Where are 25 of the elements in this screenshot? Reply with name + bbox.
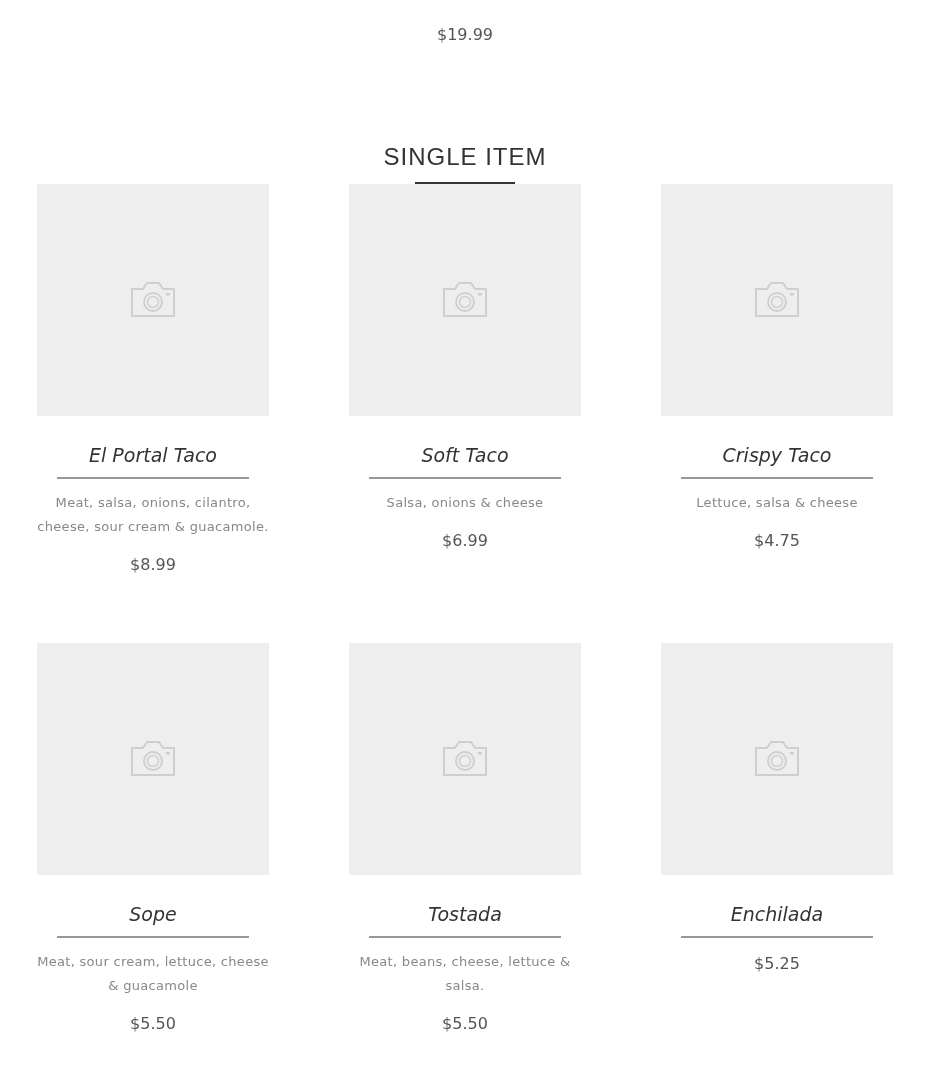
item-description: Meat, salsa, onions, cilantro, cheese, sour cream & guacamole. (37, 494, 269, 536)
camera-icon (440, 280, 490, 320)
item-description: Salsa, onions & cheese (386, 494, 544, 512)
section-title: SINGLE ITEM (383, 143, 547, 171)
camera-icon (752, 280, 802, 320)
item-price: $6.99 (442, 531, 488, 551)
item-name: Sope (129, 902, 177, 926)
item-name: Enchilada (730, 902, 824, 926)
item-price: $4.75 (754, 531, 800, 551)
item-name: El Portal Taco (89, 443, 217, 467)
camera-icon (128, 739, 178, 779)
item-name: Soft Taco (421, 443, 509, 467)
item-price: $8.99 (130, 555, 176, 575)
camera-icon (128, 280, 178, 320)
item-price: $5.25 (754, 954, 800, 974)
item-price: $19.99 (437, 25, 493, 45)
item-price: $5.50 (442, 1014, 488, 1034)
item-name: Crispy Taco (722, 443, 832, 467)
item-name: Tostada (428, 902, 502, 926)
item-description: Meat, sour cream, lettuce, cheese & guacamole (37, 953, 269, 995)
camera-icon (440, 739, 490, 779)
camera-icon (752, 739, 802, 779)
item-price: $5.50 (130, 1014, 176, 1034)
item-description: Lettuce, salsa & cheese (696, 494, 858, 512)
item-description: Meat, beans, cheese, lettuce & salsa. (358, 953, 572, 995)
